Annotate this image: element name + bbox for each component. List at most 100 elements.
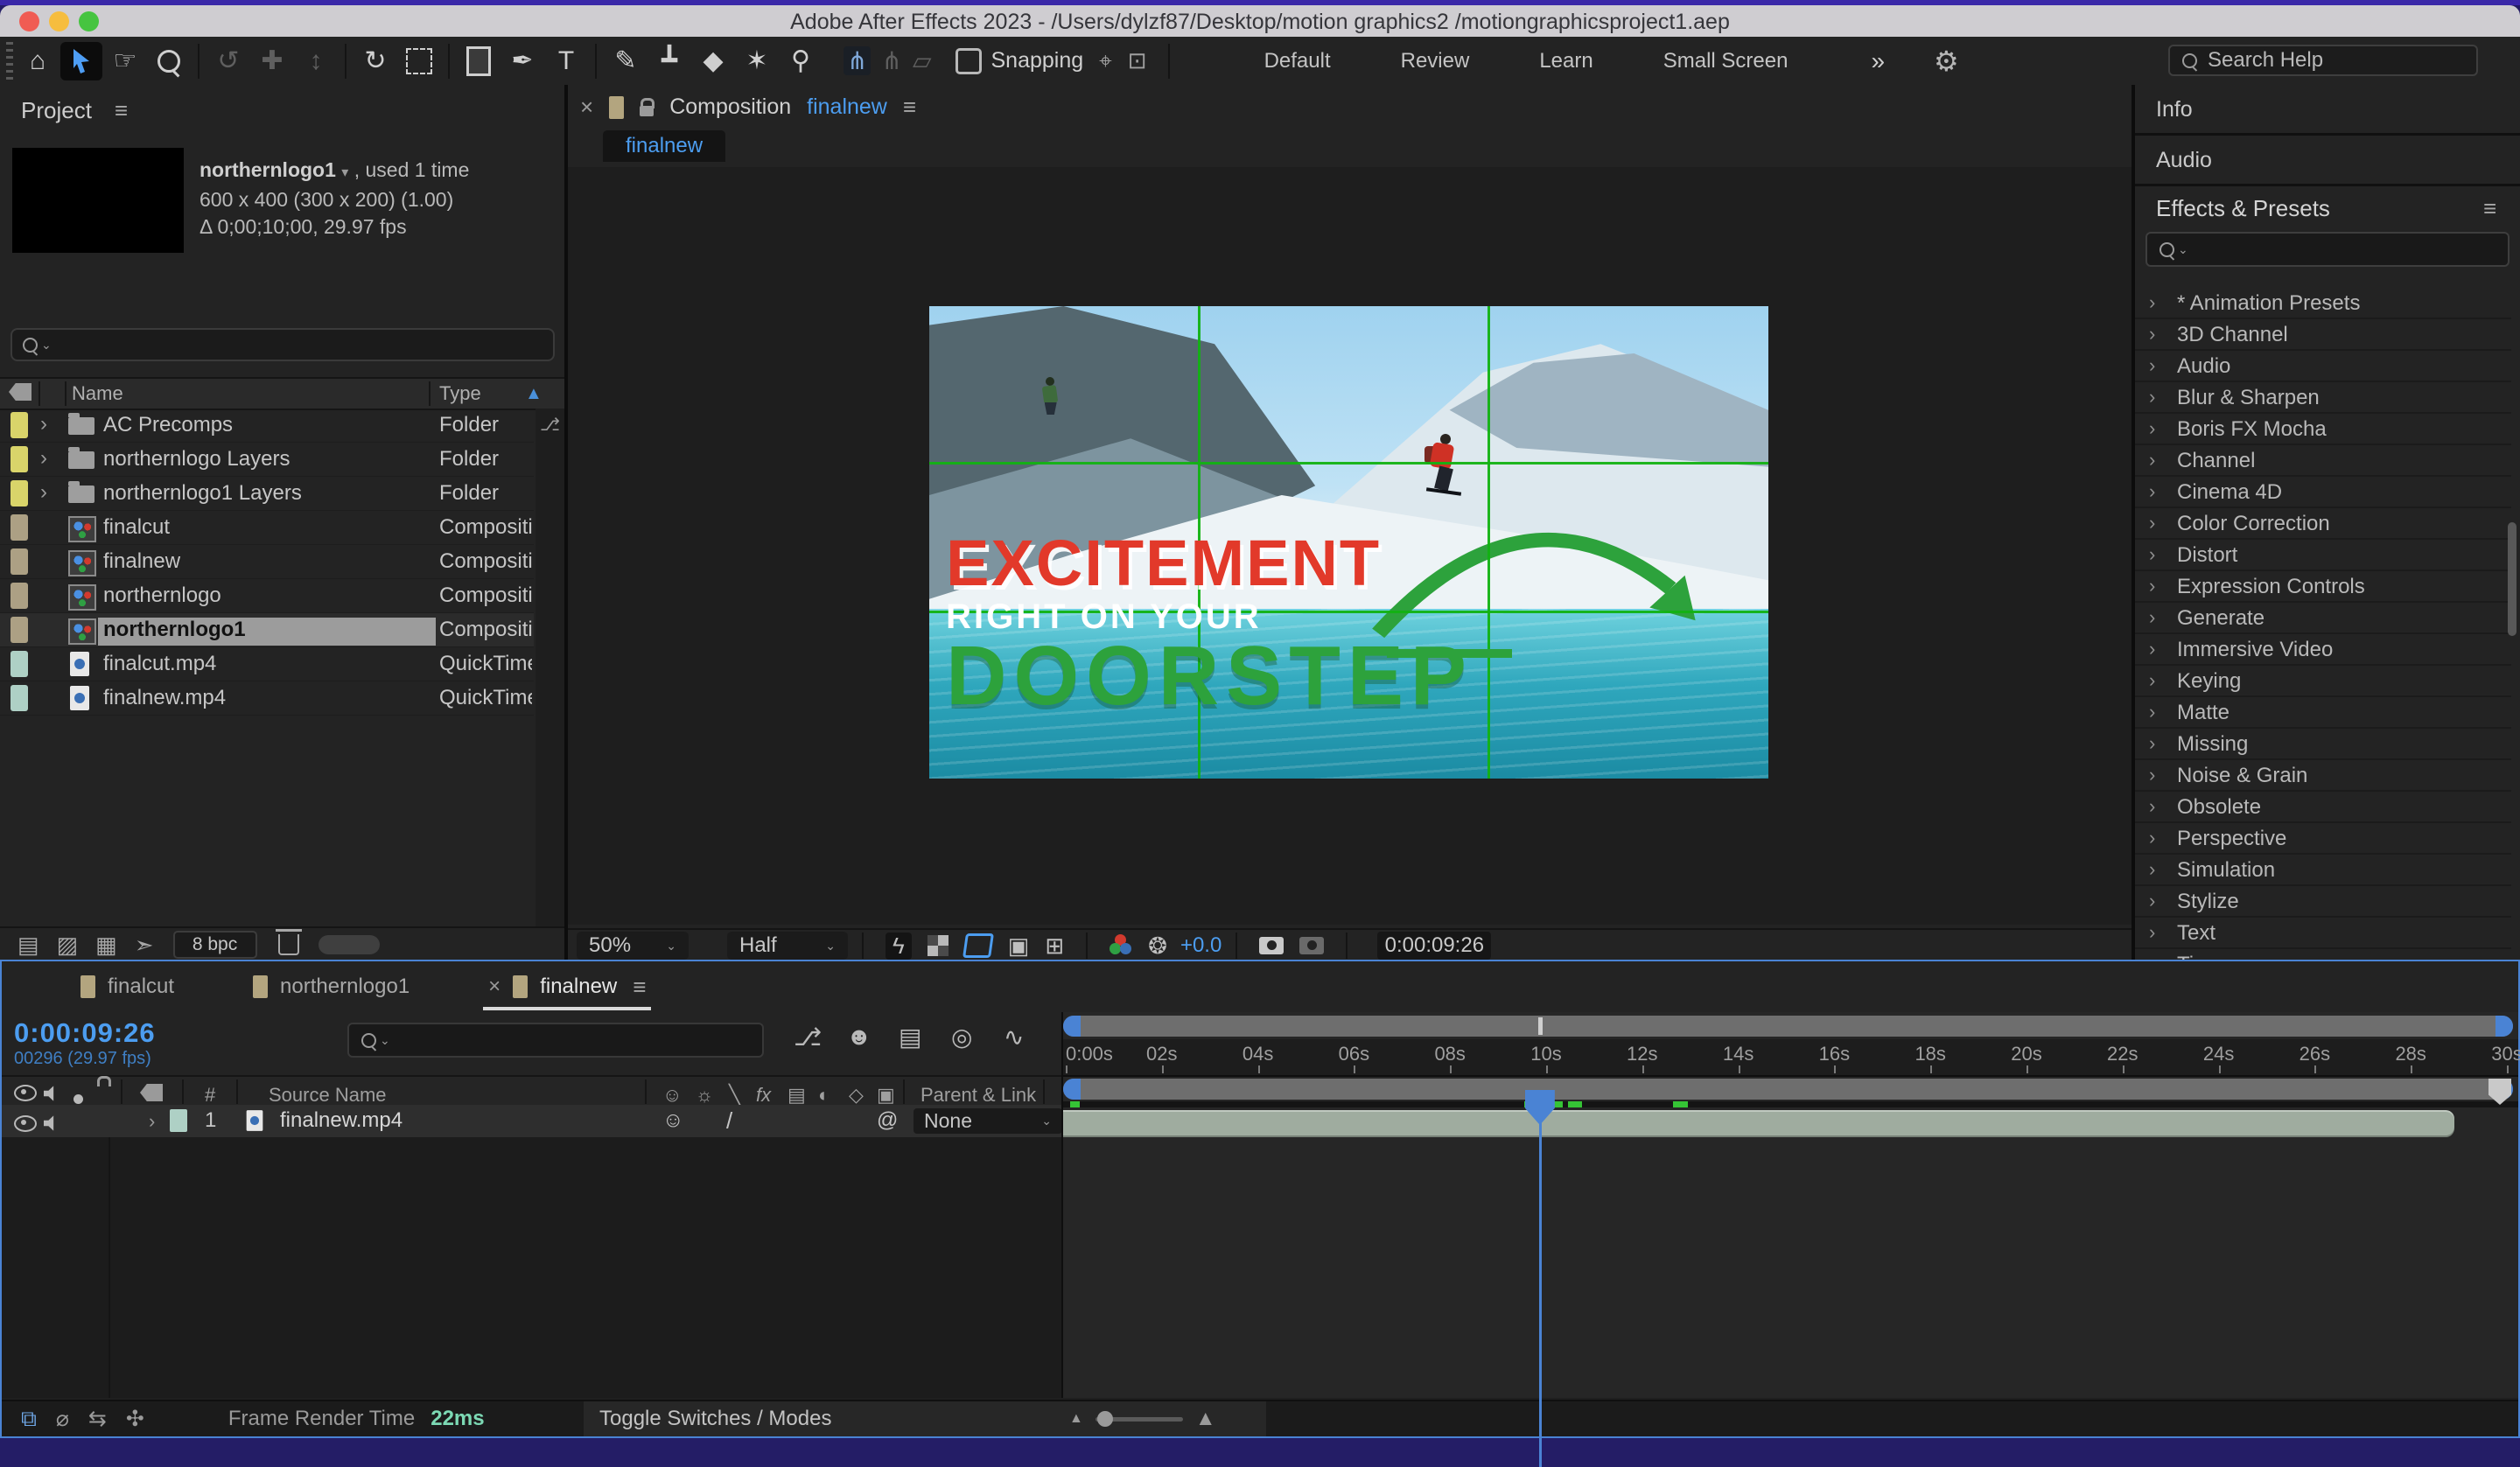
project-settings-icon[interactable]: ➣ <box>135 932 154 959</box>
region-of-interest-icon[interactable]: ▣ <box>1008 933 1030 960</box>
puppet-pin-tool[interactable]: ⚲ <box>780 42 822 80</box>
expand-chevron[interactable]: › <box>2149 449 2155 472</box>
item-name[interactable]: northernlogo1 Layers <box>103 481 302 506</box>
index-column-header[interactable]: # <box>205 1084 215 1107</box>
collapse-transformations-icon[interactable]: ☼ <box>696 1084 713 1107</box>
expand-chevron[interactable]: › <box>2149 606 2155 629</box>
frame-blend-icon[interactable]: ╲ <box>729 1084 740 1107</box>
item-name[interactable]: finalnew.mp4 <box>103 686 226 710</box>
effects-category-row[interactable]: ›Noise & Grain <box>2135 760 2511 792</box>
view-axis-icon[interactable]: ▱ <box>913 46 932 75</box>
comp-label-chip[interactable] <box>609 96 624 119</box>
effects-category-row[interactable]: ›Missing <box>2135 729 2511 760</box>
composition-mini-flowchart-icon[interactable]: ⎇ <box>794 1023 822 1051</box>
layer-visibility-icon[interactable] <box>14 1115 37 1132</box>
effects-category-row[interactable]: ›* Animation Presets <box>2135 288 2511 319</box>
rotation-tool[interactable]: ↻ <box>354 42 396 80</box>
zoom-in-icon[interactable]: ▲ <box>1195 1407 1216 1431</box>
graph-editor-icon[interactable]: ∿ <box>1004 1023 1024 1051</box>
delete-icon[interactable] <box>278 934 299 955</box>
project-row[interactable]: finalcutComposition <box>0 511 534 545</box>
fx-icon[interactable]: fx <box>756 1084 771 1107</box>
composition-viewer[interactable]: EXCITEMENT RIGHT ON YOUR DOORSTEP <box>568 167 2132 925</box>
project-row[interactable]: ›AC PrecompsFolder <box>0 409 534 443</box>
effects-category-row[interactable]: ›Audio <box>2135 351 2511 382</box>
new-composition-icon[interactable]: ▦ <box>95 932 117 959</box>
exposure-value[interactable]: +0.0 <box>1180 933 1222 958</box>
effects-category-row[interactable]: ›Channel <box>2135 445 2511 477</box>
effects-category-row[interactable]: ›Matte <box>2135 697 2511 729</box>
effects-category-row[interactable]: ›Immersive Video <box>2135 634 2511 666</box>
expand-chevron[interactable]: › <box>2149 795 2155 818</box>
composition-viewer-tab[interactable]: finalnew <box>603 130 725 162</box>
3d-layer-icon[interactable]: ▣ <box>877 1084 895 1107</box>
composition-panel-menu-icon[interactable]: ≡ <box>903 94 916 121</box>
pickwhip-icon[interactable]: @ <box>877 1108 898 1133</box>
snapshot-icon[interactable] <box>1259 937 1284 954</box>
effects-panel-menu-icon[interactable]: ≡ <box>2483 195 2496 222</box>
project-row[interactable]: ›northernlogo1 LayersFolder <box>0 477 534 511</box>
effects-category-row[interactable]: ›Obsolete <box>2135 792 2511 823</box>
effects-category-row[interactable]: ›Distort <box>2135 540 2511 571</box>
composition-name[interactable]: finalnew <box>807 94 887 120</box>
layer-row[interactable]: › 1 finalnew.mp4 ☺ / @ None⌄ <box>2 1105 1061 1139</box>
layer-shy-icon[interactable]: ☺ <box>662 1108 684 1133</box>
snap-to-edges-icon[interactable]: ⌖ <box>1099 47 1112 75</box>
label-chip[interactable] <box>10 480 28 506</box>
transparency-grid-icon[interactable] <box>928 935 948 956</box>
expand-chevron[interactable]: › <box>2149 638 2155 660</box>
project-panel-title[interactable]: Project <box>21 97 92 124</box>
show-snapshot-icon[interactable] <box>1299 937 1324 954</box>
layer-label-chip[interactable] <box>170 1109 187 1132</box>
expand-chevron[interactable]: › <box>2149 354 2155 377</box>
current-timecode[interactable]: 0:00:09:26 <box>14 1017 156 1049</box>
name-column-header[interactable]: Name <box>72 382 123 405</box>
horizontal-scrollbar-thumb[interactable] <box>318 935 380 954</box>
help-search-input[interactable]: Search Help <box>2168 45 2478 76</box>
parent-link-column-header[interactable]: Parent & Link <box>920 1084 1036 1107</box>
new-folder-icon[interactable]: ▨ <box>57 932 79 959</box>
effects-category-row[interactable]: ›Color Correction <box>2135 508 2511 540</box>
magnification-dropdown[interactable]: 50%⌄ <box>577 932 689 960</box>
pen-tool[interactable]: ✒ <box>501 42 543 80</box>
expand-chevron[interactable]: › <box>2149 417 2155 440</box>
project-row[interactable]: northernlogo1Composition <box>0 613 534 647</box>
sort-ascending-icon[interactable]: ▲ <box>525 384 542 404</box>
adjustment-layer-icon[interactable]: ◐ <box>818 1084 830 1107</box>
playhead-line[interactable] <box>1539 1117 1542 1467</box>
fast-preview-icon[interactable]: ϟ <box>886 933 912 960</box>
layer-expand-chevron[interactable]: › <box>149 1110 155 1133</box>
project-panel-menu-icon[interactable]: ≡ <box>115 97 128 124</box>
effects-category-row[interactable]: ›Perspective <box>2135 823 2511 855</box>
expand-chevron[interactable]: › <box>2149 827 2155 849</box>
expand-chevron[interactable]: › <box>2149 323 2155 346</box>
timeline-tab-finalnew[interactable]: ×finalnew≡ <box>488 961 646 1012</box>
rectangle-tool[interactable] <box>458 42 500 80</box>
expand-chevron[interactable]: › <box>2149 858 2155 881</box>
layer-source-name[interactable]: finalnew.mp4 <box>280 1108 402 1133</box>
live-update-icon[interactable]: ⧉ <box>21 1407 37 1432</box>
tab-info[interactable]: Info <box>2156 97 2193 122</box>
expand-chevron[interactable]: › <box>2149 701 2155 723</box>
zoom-tool[interactable] <box>148 42 190 80</box>
label-chip[interactable] <box>10 583 28 609</box>
project-row[interactable]: ›northernlogo LayersFolder <box>0 443 534 477</box>
video-column-icon[interactable] <box>14 1085 37 1101</box>
effects-category-row[interactable]: ›Simulation <box>2135 855 2511 886</box>
effects-category-row[interactable]: ›Blur & Sharpen <box>2135 382 2511 414</box>
layer-quality-icon[interactable]: / <box>726 1107 732 1135</box>
brush-tool[interactable]: ✎ <box>605 42 647 80</box>
expand-chevron[interactable]: › <box>40 446 47 471</box>
local-axis-icon[interactable]: ⋔ <box>844 46 871 75</box>
panel-drag-handle[interactable] <box>4 42 16 80</box>
channels-icon[interactable] <box>1110 934 1132 957</box>
workspace-small-screen[interactable]: Small Screen <box>1663 49 1788 73</box>
eraser-tool[interactable]: ◆ <box>692 42 734 80</box>
clone-stamp-tool[interactable]: ┻ <box>648 42 690 80</box>
bit-depth-button[interactable]: 8 bpc <box>173 931 257 959</box>
solo-column-icon[interactable] <box>74 1094 83 1104</box>
expand-chevron[interactable]: › <box>2149 543 2155 566</box>
expand-chevron[interactable]: › <box>2149 669 2155 692</box>
expand-chevron[interactable]: › <box>2149 480 2155 503</box>
zoom-slider-track[interactable] <box>1096 1417 1183 1422</box>
